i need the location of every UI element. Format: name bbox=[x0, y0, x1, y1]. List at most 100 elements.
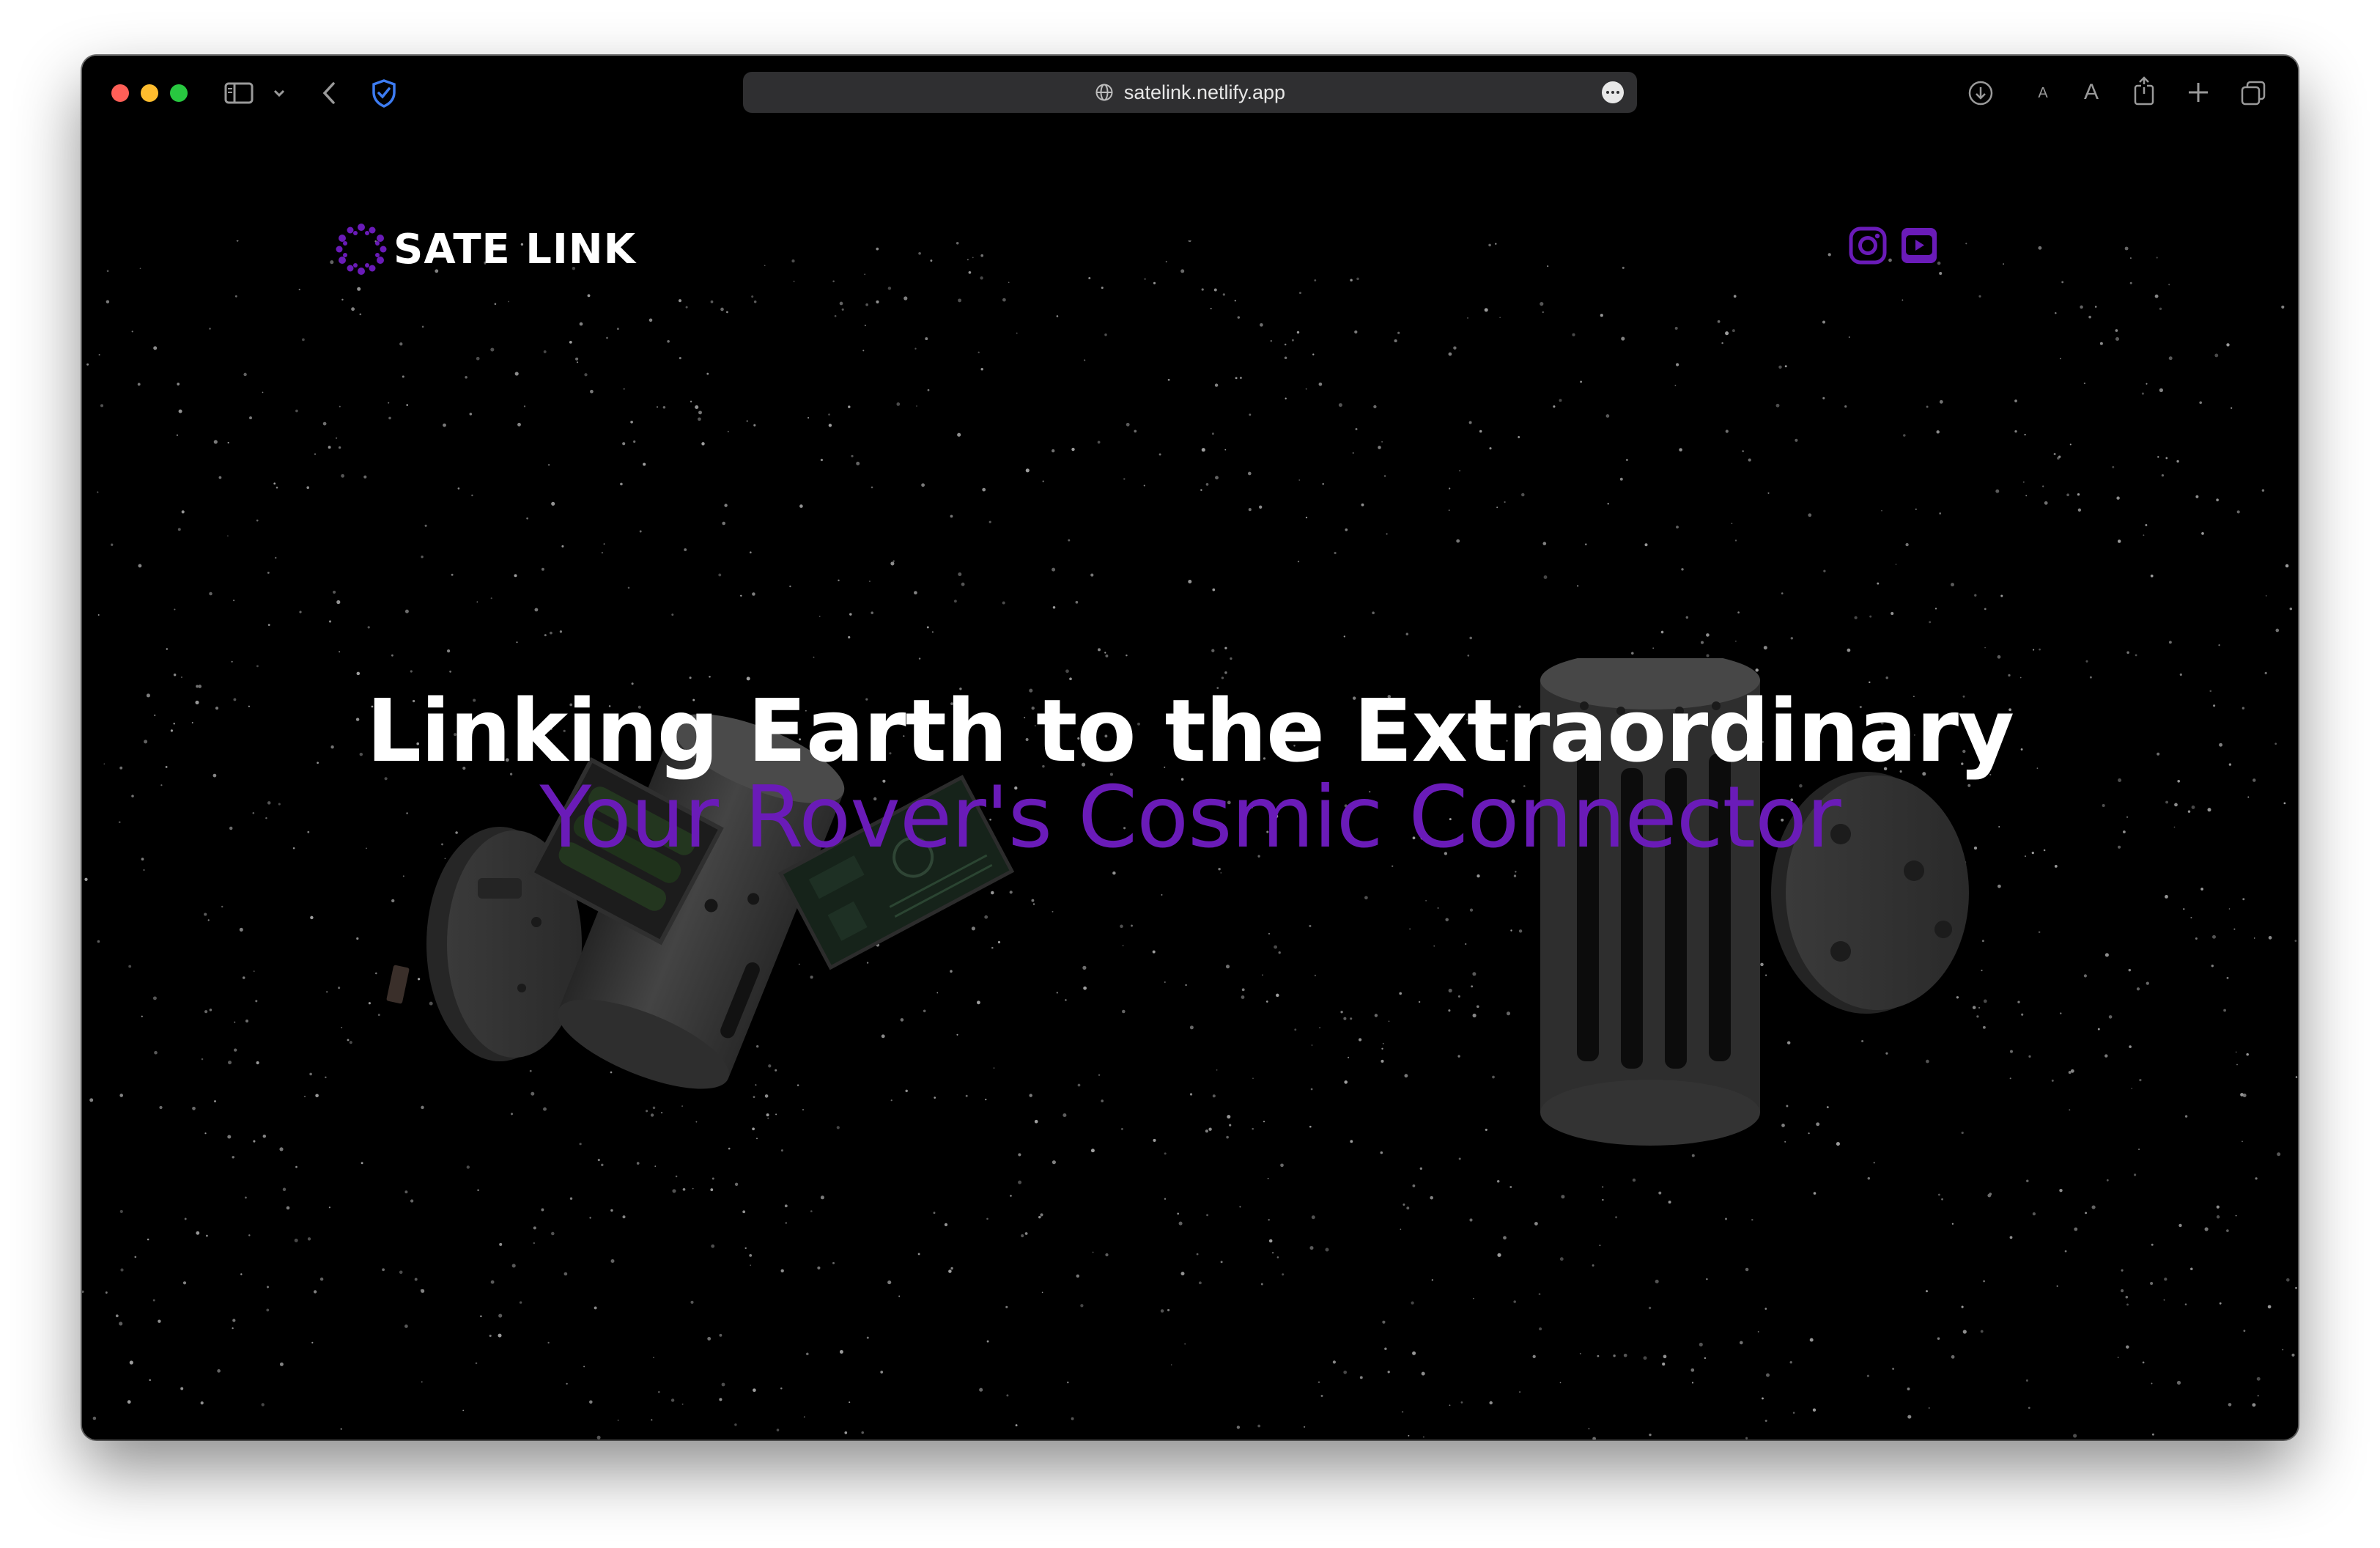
star bbox=[903, 296, 908, 301]
star bbox=[1934, 608, 1937, 610]
star bbox=[2216, 1205, 2220, 1209]
star bbox=[1257, 1424, 1261, 1428]
star bbox=[1739, 1341, 1743, 1345]
star bbox=[1235, 377, 1238, 380]
star bbox=[1015, 1424, 1018, 1427]
star bbox=[2190, 1267, 2193, 1270]
star bbox=[1158, 453, 1161, 456]
star bbox=[1343, 1370, 1348, 1374]
star bbox=[722, 521, 725, 526]
star bbox=[341, 298, 344, 301]
star bbox=[1742, 450, 1744, 452]
star bbox=[1305, 517, 1308, 519]
star bbox=[1775, 403, 1780, 408]
star bbox=[1071, 1417, 1074, 1420]
star bbox=[1704, 1357, 1707, 1360]
star bbox=[2265, 595, 2267, 597]
star bbox=[543, 350, 547, 353]
star bbox=[1234, 300, 1236, 302]
star bbox=[1518, 436, 1520, 438]
star bbox=[336, 600, 341, 605]
star bbox=[1685, 616, 1689, 619]
star bbox=[2267, 1305, 2272, 1309]
star bbox=[399, 342, 403, 346]
star bbox=[2077, 508, 2082, 512]
star bbox=[227, 535, 229, 537]
star bbox=[2116, 496, 2120, 500]
star bbox=[465, 376, 468, 379]
star bbox=[2017, 1000, 2020, 1003]
star bbox=[2176, 1380, 2181, 1385]
star bbox=[152, 996, 157, 1000]
star bbox=[2179, 673, 2182, 677]
star bbox=[1345, 528, 1348, 531]
site-logo[interactable]: SATE LINK bbox=[335, 223, 636, 276]
star bbox=[954, 600, 957, 603]
close-window-button[interactable] bbox=[111, 84, 129, 102]
star bbox=[471, 494, 473, 497]
instagram-icon[interactable] bbox=[1848, 226, 1888, 265]
page-menu-icon[interactable] bbox=[1602, 81, 1624, 103]
star bbox=[143, 869, 145, 871]
minimize-window-button[interactable] bbox=[141, 84, 158, 102]
decrease-font-button[interactable]: A bbox=[2034, 82, 2052, 104]
zoom-window-button[interactable] bbox=[170, 84, 188, 102]
star bbox=[2056, 1285, 2058, 1287]
tab-overview-icon[interactable] bbox=[2239, 79, 2267, 107]
star bbox=[2261, 489, 2265, 492]
star bbox=[2129, 1045, 2132, 1048]
star bbox=[2108, 1015, 2113, 1019]
star bbox=[2025, 495, 2028, 497]
star bbox=[1237, 316, 1241, 319]
star bbox=[299, 611, 302, 613]
star bbox=[1877, 582, 1880, 585]
star bbox=[2151, 1243, 2154, 1246]
star bbox=[653, 1357, 654, 1358]
star bbox=[710, 300, 714, 303]
privacy-shield-icon[interactable] bbox=[369, 78, 399, 108]
star bbox=[1322, 482, 1325, 485]
back-icon[interactable] bbox=[318, 79, 340, 107]
increase-font-button[interactable]: A bbox=[2080, 78, 2103, 107]
star bbox=[214, 1100, 216, 1102]
star bbox=[1745, 1437, 1748, 1440]
star bbox=[727, 430, 729, 432]
downloads-icon[interactable] bbox=[1967, 79, 1995, 107]
star bbox=[1580, 380, 1582, 383]
star bbox=[245, 1020, 248, 1022]
share-icon[interactable] bbox=[2131, 75, 2157, 107]
star bbox=[196, 1231, 200, 1235]
star bbox=[319, 1277, 324, 1281]
star bbox=[209, 328, 211, 330]
star bbox=[1662, 1363, 1666, 1366]
star bbox=[2064, 1250, 2067, 1253]
new-tab-icon[interactable] bbox=[2185, 79, 2211, 106]
star bbox=[1383, 475, 1386, 477]
star bbox=[1282, 1273, 1285, 1276]
star bbox=[2026, 1179, 2029, 1182]
star bbox=[1652, 647, 1655, 649]
sidebar-icon[interactable] bbox=[223, 81, 255, 106]
star bbox=[746, 420, 748, 422]
star bbox=[1717, 320, 1721, 323]
star bbox=[333, 590, 336, 594]
star bbox=[725, 311, 728, 314]
youtube-icon[interactable] bbox=[1899, 226, 1939, 265]
star bbox=[671, 613, 674, 616]
star bbox=[1733, 295, 1737, 298]
star bbox=[1691, 1382, 1694, 1384]
hero-title: Linking Earth to the Extraordinary bbox=[366, 680, 2014, 781]
chevron-down-icon[interactable] bbox=[271, 85, 287, 101]
star bbox=[1907, 1387, 1910, 1390]
star bbox=[141, 1015, 143, 1017]
star bbox=[1928, 1407, 1930, 1409]
star bbox=[1378, 446, 1381, 449]
star bbox=[421, 555, 424, 559]
star bbox=[1495, 243, 1497, 245]
star bbox=[589, 1400, 593, 1404]
star bbox=[2240, 1093, 2244, 1096]
address-bar[interactable]: satelink.netlify.app bbox=[743, 72, 1637, 113]
star bbox=[282, 1187, 287, 1192]
star bbox=[97, 491, 99, 493]
star bbox=[221, 905, 223, 908]
